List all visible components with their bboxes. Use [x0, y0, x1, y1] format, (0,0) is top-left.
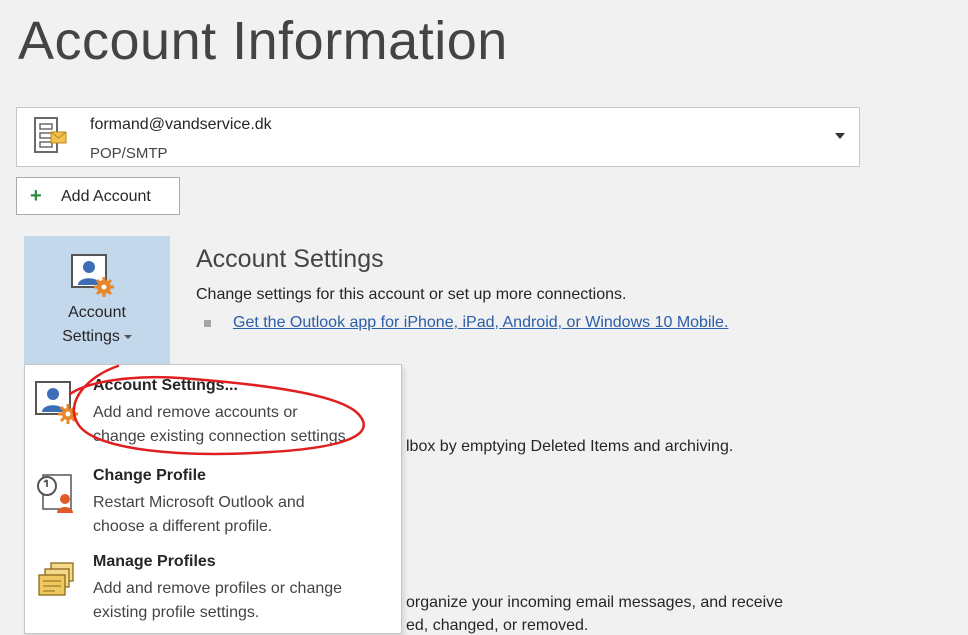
add-account-label: Add Account	[61, 188, 151, 205]
menu-item-manage-profiles[interactable]: Manage Profiles Add and remove profiles …	[25, 547, 401, 635]
caret-down-icon	[123, 334, 132, 339]
section-description: Change settings for this account or set …	[196, 286, 627, 303]
page-title: Account Information	[18, 11, 508, 71]
menu-item-description: choose a different profile.	[93, 518, 273, 535]
account-settings-button-label-2-text: Settings	[62, 328, 120, 345]
manage-profiles-icon	[38, 562, 74, 596]
outlook-app-link[interactable]: Get the Outlook app for iPhone, iPad, An…	[233, 314, 728, 332]
account-settings-icon	[71, 254, 114, 297]
mail-account-icon	[34, 117, 67, 153]
section-title: Account Settings	[196, 245, 384, 273]
account-selector[interactable]: formand@vandservice.dk POP/SMTP	[16, 107, 860, 167]
rules-text-line-1: organize your incoming email messages, a…	[406, 594, 784, 611]
plus-icon: +	[30, 185, 42, 207]
caret-down-icon[interactable]	[835, 133, 845, 139]
red-circle-annotation	[68, 364, 365, 456]
bullet-icon	[204, 320, 211, 327]
menu-item-description: Add and remove profiles or change	[93, 580, 343, 597]
menu-item-title: Change Profile	[93, 467, 206, 484]
menu-item-title: Manage Profiles	[93, 553, 216, 570]
account-settings-button[interactable]: Account Settings	[24, 236, 170, 364]
account-settings-button-label-1: Account	[68, 304, 126, 321]
add-account-button[interactable]: + Add Account	[16, 177, 180, 215]
menu-item-description: existing profile settings.	[93, 604, 260, 621]
menu-item-description: Restart Microsoft Outlook and	[93, 494, 305, 511]
rules-text-line-2: ed, changed, or removed.	[406, 617, 589, 634]
change-profile-icon	[37, 474, 73, 513]
menu-item-change-profile[interactable]: Change Profile Restart Microsoft Outlook…	[25, 461, 401, 549]
account-settings-button-label-2: Settings	[24, 328, 170, 346]
account-email: formand@vandservice.dk	[90, 116, 272, 133]
mailbox-cleanup-text: lbox by emptying Deleted Items and archi…	[406, 438, 734, 455]
account-type: POP/SMTP	[90, 145, 168, 162]
